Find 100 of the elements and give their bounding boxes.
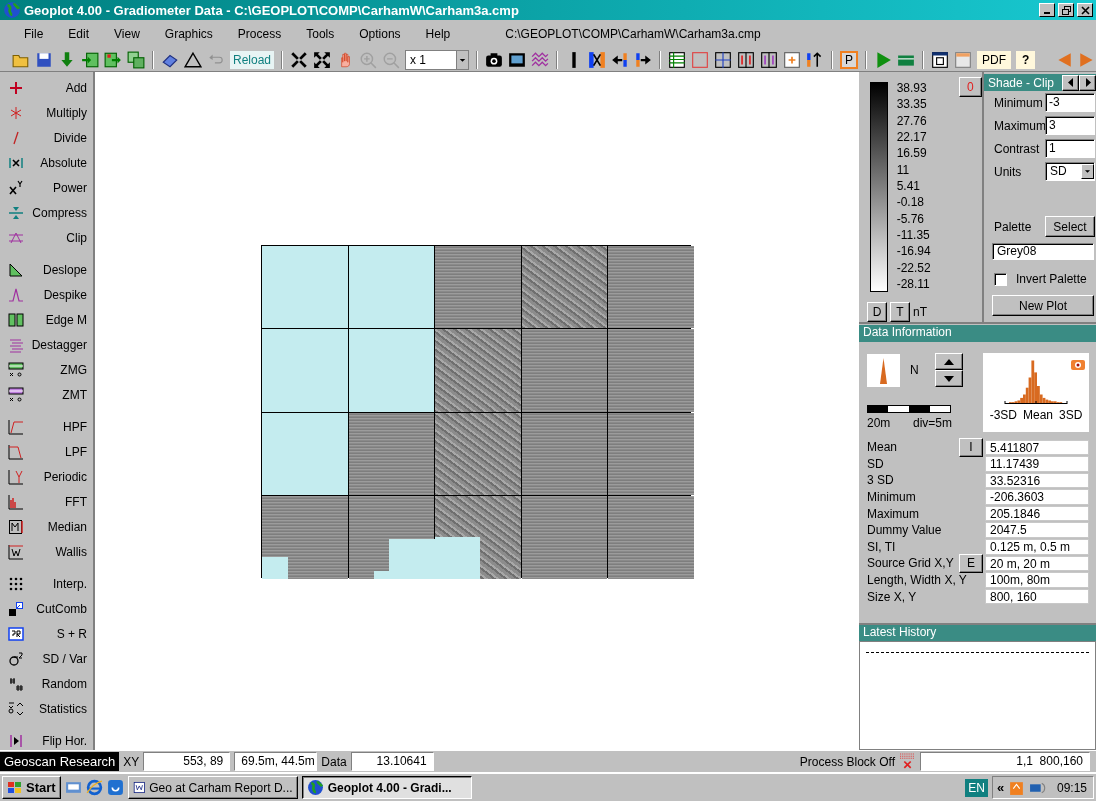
filter-icon	[8, 468, 24, 485]
menu-item[interactable]: View	[106, 27, 148, 41]
stat-label: Size X, Y	[867, 589, 917, 604]
menu-item[interactable]: Options	[351, 27, 409, 41]
stat-button[interactable]: I	[959, 437, 983, 457]
inward-arrows-icon[interactable]	[290, 50, 309, 69]
process-block-label: Process Block Off	[799, 754, 895, 769]
scale-label: 22.17	[896, 131, 928, 143]
right-triangle-icon	[1084, 78, 1091, 87]
desktop-icon[interactable]	[64, 779, 82, 796]
next-button[interactable]	[1079, 74, 1096, 91]
left-arrow-icon[interactable]	[611, 50, 630, 69]
input-field[interactable]: 1	[1045, 139, 1095, 158]
up-button[interactable]	[934, 353, 963, 370]
menu-item[interactable]: Tools	[298, 27, 343, 41]
outward-arrows-icon[interactable]	[313, 50, 332, 69]
help-button[interactable]: ?	[1016, 50, 1036, 69]
section-header: Data Information	[859, 325, 1096, 342]
minimize-button[interactable]	[1039, 3, 1055, 17]
input-field[interactable]: 3	[1045, 116, 1095, 135]
stat-label: SI, TI	[867, 539, 896, 554]
select-button[interactable]: Select	[1045, 216, 1095, 237]
xy-label: XY	[123, 754, 140, 769]
blocks-icon	[8, 311, 24, 328]
scale-button[interactable]: T	[890, 302, 910, 322]
taskbar-button[interactable]: Geo at Carham Report D...	[127, 776, 298, 799]
filter-icon	[8, 443, 24, 460]
zoom-dropdown[interactable]: x 1	[405, 49, 470, 70]
scale-label: 27.76	[896, 114, 928, 127]
scale-label: 38.93	[896, 82, 928, 94]
taskbar-button[interactable]: Geoplot 4.00 - Gradi...	[301, 776, 472, 799]
field-label: Maximum	[994, 118, 1045, 133]
input-field[interactable]: -3	[1045, 93, 1095, 112]
filter-icon	[8, 518, 24, 535]
scale-label: 11	[896, 163, 911, 176]
restore-button[interactable]	[1058, 3, 1074, 17]
position-value: 69.5m, 44.5m	[234, 752, 318, 771]
scale-label: 33.35	[896, 98, 928, 111]
monitor-icon[interactable]	[508, 50, 527, 69]
scale-label: -11.35	[896, 228, 931, 241]
units-dropdown[interactable]: SD	[1045, 162, 1095, 181]
scale-bar-icon	[867, 405, 951, 413]
close-button[interactable]	[1077, 3, 1093, 17]
split-panel-icon[interactable]	[737, 50, 756, 69]
menu-item[interactable]: Help	[417, 27, 459, 41]
palette-field[interactable]: Grey08	[992, 243, 1094, 260]
clock: 09:15	[1056, 780, 1087, 795]
plot-toggle-button[interactable]: P	[840, 50, 859, 69]
split-panel-icon[interactable]	[760, 50, 779, 69]
new-plot-button[interactable]: New Plot	[992, 295, 1094, 316]
grid-arrow-icon[interactable]	[104, 50, 122, 69]
stat-label: 3 SD	[867, 473, 894, 488]
menu-item[interactable]: File	[16, 27, 52, 41]
stat-label: Maximum	[867, 506, 919, 521]
chevrons-icon	[8, 700, 24, 717]
stat-label: Mean	[867, 440, 898, 455]
file-path: C:\GEOPLOT\COMP\CarhamW\Carham3a.cmp	[505, 27, 761, 41]
globe-icon	[3, 1, 21, 19]
stat-value: 0.125 m, 0.5 m	[985, 539, 1089, 555]
grid-arrow-icon[interactable]	[81, 50, 99, 69]
down-triangle-icon	[943, 375, 954, 382]
stat-value: 205.1846	[985, 505, 1089, 522]
window-title: Geoplot 4.00 - Gradiometer Data - C:\GEOPLOT\COMP\CarhamW\Carham3a.cmp	[24, 2, 520, 18]
menu-item[interactable]: Graphics	[156, 27, 221, 41]
stat-value: 2047.5	[985, 522, 1089, 539]
menu-item[interactable]: Edit	[60, 27, 98, 41]
previous-button[interactable]	[1062, 74, 1079, 91]
plus-square-icon[interactable]	[783, 50, 802, 69]
swap-columns-icon[interactable]	[588, 50, 607, 69]
spike-icon	[8, 286, 24, 303]
browser-icon[interactable]	[85, 779, 103, 796]
grid-cross-icon	[899, 753, 916, 770]
checkbox[interactable]	[994, 272, 1007, 286]
menu-item[interactable]: Process	[229, 27, 290, 41]
data-label: Data	[321, 754, 347, 769]
tray-expand-button[interactable]: «	[997, 780, 1005, 795]
right-arrow-icon[interactable]	[634, 50, 653, 69]
grid-icon[interactable]	[714, 50, 733, 69]
document-icon	[132, 779, 146, 796]
stat-label: Source Grid X,Y	[867, 556, 954, 571]
scale-button[interactable]: D	[867, 302, 887, 322]
windows-logo-icon	[7, 780, 23, 795]
window-icon[interactable]	[931, 50, 950, 69]
reload-button[interactable]: Reload	[230, 50, 275, 69]
start-button[interactable]: Start	[2, 776, 61, 799]
scale-label: 5.41	[896, 179, 921, 192]
stat-button[interactable]: E	[959, 553, 983, 573]
save-icon[interactable]	[35, 50, 53, 69]
triangle-icon[interactable]	[184, 50, 202, 69]
stacked-grids-icon[interactable]	[127, 50, 145, 69]
scale-label: -28.11	[896, 277, 931, 290]
language-indicator[interactable]: EN	[965, 778, 988, 797]
down-button[interactable]	[934, 370, 963, 387]
squares-icon	[8, 600, 24, 617]
pdf-button[interactable]: PDF	[977, 50, 1012, 69]
asterisk-icon	[8, 104, 24, 121]
table-icon[interactable]	[668, 50, 687, 69]
striped-box-icon	[8, 361, 24, 378]
scale-label: -5.76	[896, 212, 925, 225]
camera-icon[interactable]	[485, 50, 504, 69]
